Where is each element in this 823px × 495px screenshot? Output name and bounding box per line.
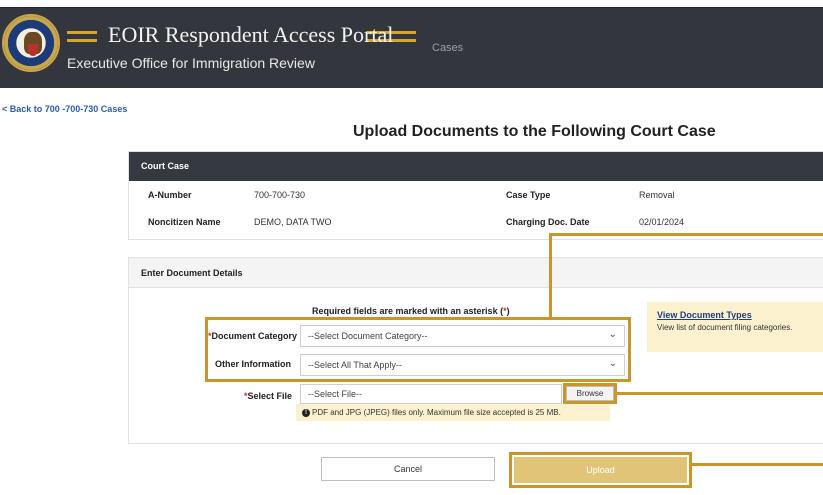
document-details-heading: Enter Document Details xyxy=(129,258,823,288)
top-border xyxy=(0,0,823,8)
select-file-label-text: Select File xyxy=(247,391,292,401)
court-case-heading: Court Case xyxy=(129,152,823,181)
charging-doc-date-value: 02/01/2024 xyxy=(639,217,685,227)
title-rule-left xyxy=(67,39,97,42)
a-number-label: A-Number xyxy=(148,190,192,200)
noncitizen-name-label: Noncitizen Name xyxy=(148,217,221,227)
callout-connector xyxy=(549,233,823,236)
document-types-panel: View Document Types View list of documen… xyxy=(647,302,823,352)
seal-shield xyxy=(28,44,38,56)
select-file-input[interactable]: --Select File-- xyxy=(300,384,562,404)
select-file-value: --Select File-- xyxy=(308,389,363,399)
required-note-suffix: ) xyxy=(506,306,510,316)
case-type-label: Case Type xyxy=(506,190,551,200)
highlight-fields-box xyxy=(205,317,631,382)
callout-connector xyxy=(549,233,552,317)
court-case-card: Court Case xyxy=(128,151,823,240)
charging-doc-date-label: Charging Doc. Date xyxy=(506,217,590,227)
info-icon: ! xyxy=(302,408,310,417)
file-requirements-hint: ! PDF and JPG (JPEG) files only. Maximum … xyxy=(296,404,610,421)
file-requirements-text: PDF and JPG (JPEG) files only. Maximum f… xyxy=(312,408,561,417)
doj-seal-icon xyxy=(2,14,60,72)
page-title: Upload Documents to the Following Court … xyxy=(353,123,716,140)
view-document-types-link[interactable]: View Document Types xyxy=(657,310,817,320)
callout-connector xyxy=(617,392,823,395)
title-rule-left xyxy=(67,31,97,34)
callout-connector xyxy=(692,463,823,466)
highlight-browse-box xyxy=(563,383,617,404)
portal-title: EOIR Respondent Access Portal xyxy=(108,22,394,47)
portal-subtitle: Executive Office for Immigration Review xyxy=(67,55,315,71)
required-note-prefix: Required fields are marked with an aster… xyxy=(312,306,504,316)
highlight-upload-box xyxy=(509,452,692,488)
document-types-description: View list of document filing categories. xyxy=(657,323,793,332)
a-number-value: 700-700-730 xyxy=(254,190,306,200)
nav-cases-link[interactable]: Cases xyxy=(432,42,463,54)
noncitizen-name-value: DEMO, DATA TWO xyxy=(254,217,332,227)
cancel-button[interactable]: Cancel xyxy=(321,457,495,481)
case-type-value: Removal xyxy=(639,190,675,200)
back-to-cases-link[interactable]: < Back to 700 -700-730 Cases xyxy=(2,104,127,114)
required-fields-note: Required fields are marked with an aster… xyxy=(312,306,510,316)
select-file-label: *Select File xyxy=(220,391,292,401)
portal-header xyxy=(0,8,823,88)
